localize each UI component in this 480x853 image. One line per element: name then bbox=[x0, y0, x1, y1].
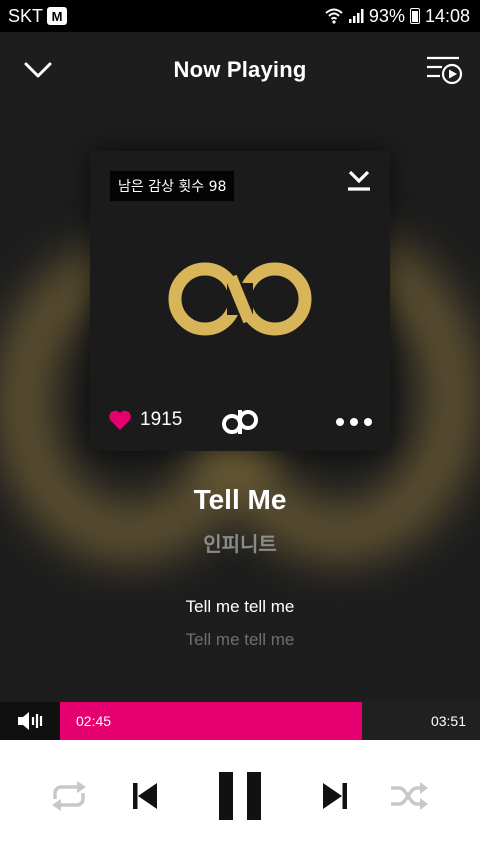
previous-icon bbox=[133, 783, 157, 809]
lyric-current-line[interactable]: Tell me tell me bbox=[0, 597, 480, 617]
download-icon bbox=[348, 170, 370, 191]
shuffle-icon bbox=[391, 782, 428, 810]
lyric-next-line[interactable]: Tell me tell me bbox=[0, 630, 480, 650]
carrier-badge-icon: M bbox=[47, 7, 68, 25]
volume-button[interactable] bbox=[0, 702, 60, 740]
chevron-down-icon bbox=[24, 62, 52, 78]
repeat-button[interactable] bbox=[46, 776, 92, 816]
artist-name[interactable]: 인피니트 bbox=[0, 528, 480, 557]
status-left: SKT M bbox=[8, 5, 68, 27]
signal-icon bbox=[348, 9, 364, 23]
progress-track[interactable]: 02:45 03:51 bbox=[60, 702, 480, 740]
playlist-icon bbox=[427, 56, 463, 85]
shuffle-button[interactable] bbox=[386, 776, 432, 816]
top-bar: Now Playing bbox=[0, 32, 480, 108]
battery-icon bbox=[409, 8, 420, 24]
playlist-button[interactable] bbox=[422, 50, 466, 90]
wifi-icon bbox=[325, 8, 343, 24]
like-section[interactable]: 1915 bbox=[108, 409, 182, 431]
next-icon bbox=[323, 783, 347, 809]
progress-row: 02:45 03:51 bbox=[0, 702, 480, 740]
album-art[interactable]: 남은 감상 횟수 98 1915 bbox=[90, 151, 390, 451]
total-time: 03:51 bbox=[430, 713, 466, 729]
song-title: Tell Me bbox=[193, 484, 287, 515]
repeat-icon bbox=[52, 781, 86, 811]
status-right: 93% 14:08 bbox=[325, 6, 470, 27]
volume-icon bbox=[18, 712, 43, 730]
remaining-plays-badge: 남은 감상 횟수 98 bbox=[110, 171, 235, 201]
download-button[interactable] bbox=[346, 167, 372, 193]
pause-button[interactable] bbox=[210, 766, 270, 826]
carrier-name: SKT bbox=[8, 5, 44, 26]
battery-percent: 93% bbox=[368, 5, 405, 26]
like-count: 1915 bbox=[140, 409, 183, 430]
elapsed-time: 02:45 bbox=[76, 713, 112, 729]
collapse-button[interactable] bbox=[18, 52, 58, 88]
status-bar: SKT M 93% 14:08 bbox=[0, 0, 480, 32]
previous-button[interactable] bbox=[124, 776, 166, 816]
heart-icon bbox=[109, 410, 131, 430]
playback-controls bbox=[0, 740, 480, 853]
player-area: Now Playing 남은 감상 횟수 98 1915 Tell Me 인피니… bbox=[0, 32, 480, 702]
page-title: Now Playing bbox=[173, 57, 307, 82]
pause-icon bbox=[219, 772, 261, 820]
more-button[interactable] bbox=[336, 409, 372, 435]
clock: 14:08 bbox=[424, 5, 470, 26]
brand-logo-icon bbox=[222, 410, 258, 434]
infinity-logo-icon bbox=[168, 262, 312, 336]
next-button[interactable] bbox=[314, 776, 356, 816]
more-icon bbox=[336, 418, 344, 426]
